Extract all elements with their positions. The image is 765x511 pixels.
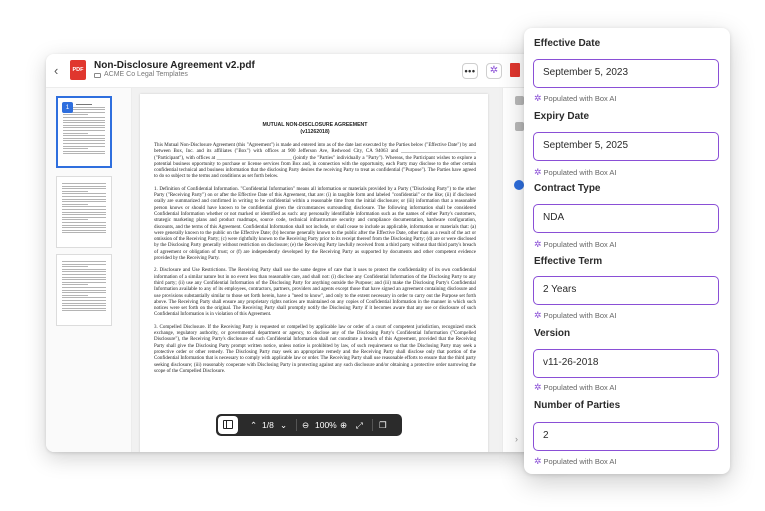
section-3-paragraph: 3. Compelled Disclosure. If the Receivin… — [154, 324, 476, 374]
effective-term-label: Effective Term — [534, 256, 603, 267]
ai-populated-text: Populated with Box AI — [543, 240, 617, 249]
version-field[interactable]: v11-26-2018 — [533, 349, 719, 378]
preview-header: ‹ PDF Non-Disclosure Agreement v2.pdf AC… — [46, 54, 566, 88]
expiry-date-field[interactable]: September 5, 2025 — [533, 132, 719, 161]
ai-populated-note: ✲ Populated with Box AI — [534, 310, 617, 321]
comment-icon[interactable] — [515, 96, 524, 105]
ai-populated-note: ✲ Populated with Box AI — [534, 93, 617, 104]
folder-icon — [94, 73, 101, 78]
document-preview-window: ‹ PDF Non-Disclosure Agreement v2.pdf AC… — [46, 54, 566, 452]
ai-populated-note: ✲ Populated with Box AI — [534, 382, 617, 393]
metadata-icon[interactable] — [514, 180, 524, 190]
expiry-date-label: Expiry Date — [534, 111, 590, 122]
document-page: MUTUAL NON-DISCLOSURE AGREEMENT (v112620… — [140, 94, 488, 452]
document-version-line: (v11262018) — [300, 128, 330, 135]
document-title: MUTUAL NON-DISCLOSURE AGREEMENT (v112620… — [154, 122, 476, 135]
ai-populated-text: Populated with Box AI — [543, 94, 617, 103]
zoom-in-icon[interactable]: ⊕ — [340, 420, 347, 430]
contract-type-field[interactable]: NDA — [533, 204, 719, 233]
more-options-button[interactable]: ••• — [462, 63, 478, 79]
toolbar-divider — [296, 419, 297, 431]
ai-populated-text: Populated with Box AI — [543, 311, 617, 320]
toolbar-divider — [372, 419, 373, 431]
page-display-icon[interactable]: ❐ — [379, 420, 387, 430]
section-2-paragraph: 2. Disclosure and Use Restrictions. The … — [154, 268, 476, 318]
ai-populated-note: ✲ Populated with Box AI — [534, 167, 617, 178]
box-ai-sparkle-icon: ✲ — [534, 310, 542, 320]
box-ai-sparkle-icon: ✲ — [534, 456, 542, 466]
file-title: Non-Disclosure Agreement v2.pdf — [94, 60, 255, 71]
document-viewer[interactable]: MUTUAL NON-DISCLOSURE AGREEMENT (v112620… — [132, 88, 502, 452]
ai-populated-text: Populated with Box AI — [543, 168, 617, 177]
intro-paragraph: This Mutual Non-Disclosure Agreement (th… — [154, 143, 476, 180]
previous-page-icon[interactable]: ⌃ — [250, 420, 257, 430]
effective-term-field[interactable]: 2 Years — [533, 276, 719, 305]
fullscreen-icon[interactable]: ⤢ — [356, 420, 363, 430]
pdf-action-icon[interactable] — [510, 63, 520, 77]
effective-date-label: Effective Date — [534, 38, 601, 49]
ai-populated-text: Populated with Box AI — [543, 457, 617, 466]
folder-breadcrumb[interactable]: ACME Co Legal Templates — [104, 71, 188, 78]
back-arrow-icon[interactable]: ‹ — [54, 64, 58, 78]
box-ai-sparkle-icon: ✲ — [534, 382, 542, 392]
viewer-toolbar: ⌃ 1/8 ⌄ ⊖ 100% ⊕ ⤢ ❐ — [216, 414, 402, 436]
sidebar-icon — [223, 420, 233, 429]
page-thumbnail[interactable] — [56, 254, 112, 326]
page-thumbnail[interactable] — [56, 176, 112, 248]
details-icon[interactable] — [515, 122, 524, 131]
ai-populated-text: Populated with Box AI — [543, 383, 617, 392]
number-of-parties-label: Number of Parties — [534, 400, 621, 411]
pdf-file-icon: PDF — [70, 60, 86, 80]
section-1-paragraph: 1. Definition of Confidential Informatio… — [154, 186, 476, 262]
version-label: Version — [534, 328, 571, 339]
box-ai-button[interactable]: ✲ — [486, 63, 502, 79]
zoom-out-icon[interactable]: ⊖ — [302, 420, 309, 430]
sidebar-toggle-button[interactable] — [218, 416, 238, 434]
effective-date-field[interactable]: September 5, 2023 — [533, 59, 719, 88]
box-ai-sparkle-icon: ✲ — [534, 167, 542, 177]
box-ai-sparkle-icon: ✲ — [534, 93, 542, 103]
number-of-parties-field[interactable]: 2 — [533, 422, 719, 451]
page-number-badge: 1 — [62, 102, 73, 113]
ai-populated-note: ✲ Populated with Box AI — [534, 239, 617, 250]
page-thumbnail[interactable]: 1 — [56, 96, 112, 168]
page-indicator[interactable]: 1/8 — [262, 420, 274, 430]
page-thumbnails-sidebar: 1 — [46, 88, 132, 452]
ai-populated-note: ✲ Populated with Box AI — [534, 456, 617, 467]
contract-type-label: Contract Type — [534, 183, 601, 194]
box-ai-metadata-panel: Effective Date September 5, 2023 ✲ Popula… — [524, 28, 730, 474]
zoom-level: 100% — [315, 420, 337, 430]
next-page-icon[interactable]: ⌄ — [280, 420, 287, 430]
box-ai-sparkle-icon: ✲ — [534, 239, 542, 249]
chevron-right-icon[interactable]: › — [515, 434, 518, 444]
